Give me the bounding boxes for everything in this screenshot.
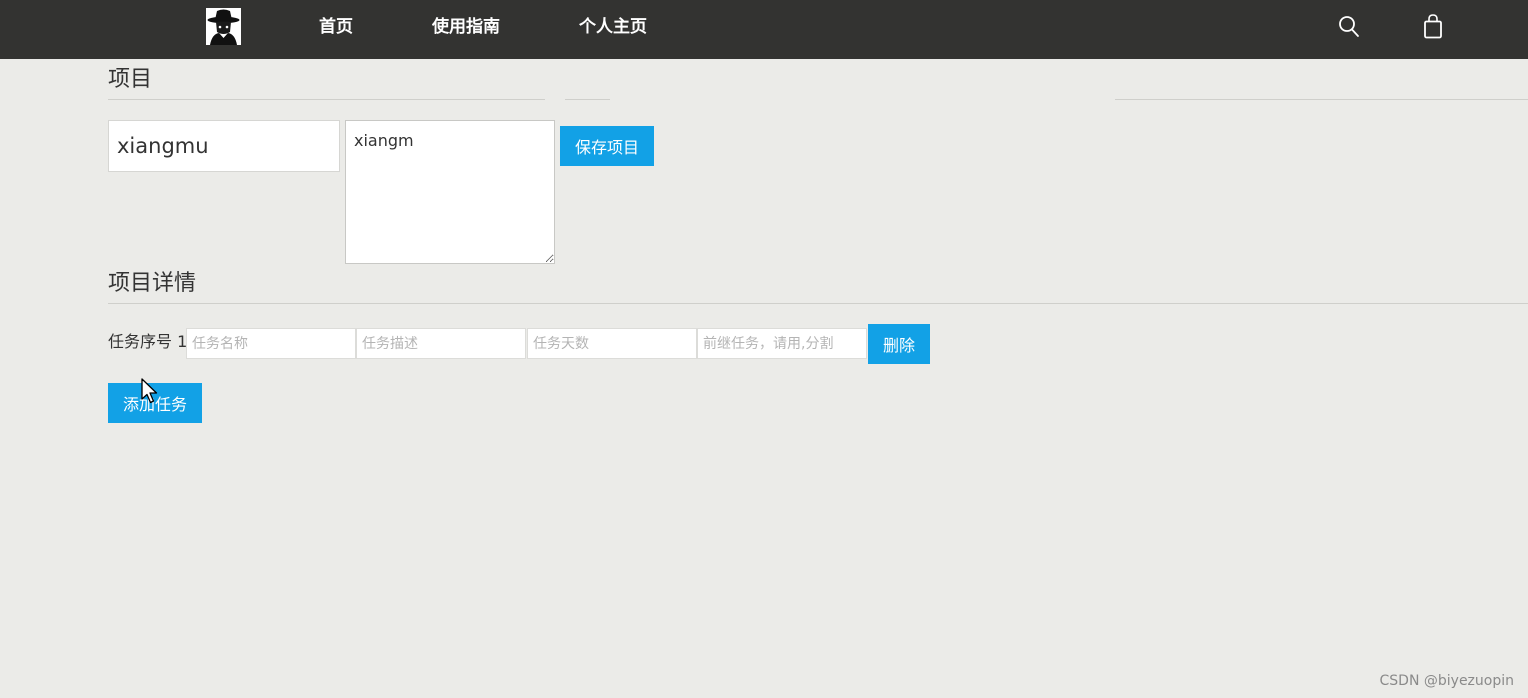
nav-home[interactable]: 首页 — [319, 16, 353, 38]
shopping-bag-icon[interactable] — [1421, 14, 1445, 40]
nav-guide[interactable]: 使用指南 — [432, 16, 500, 38]
delete-task-button[interactable]: 删除 — [868, 324, 930, 364]
task-index-label: 任务序号 1 — [108, 332, 188, 351]
search-icon[interactable] — [1337, 14, 1361, 40]
divider — [565, 99, 610, 100]
watermark-text: CSDN @biyezuopin — [1379, 673, 1514, 689]
project-heading: 项目 — [108, 67, 153, 92]
divider — [1115, 99, 1528, 100]
masked-figure-avatar-icon[interactable] — [206, 8, 241, 45]
nav-profile[interactable]: 个人主页 — [579, 16, 647, 38]
add-task-button[interactable]: 添加任务 — [108, 383, 202, 423]
task-description-input[interactable] — [356, 328, 526, 359]
task-days-input[interactable] — [527, 328, 697, 359]
top-navigation-bar: 首页 使用指南 个人主页 — [0, 0, 1528, 59]
task-name-input[interactable] — [186, 328, 356, 359]
divider — [108, 99, 545, 100]
task-predecessor-input[interactable] — [697, 328, 867, 359]
project-name-input[interactable] — [108, 120, 340, 172]
divider — [108, 303, 1528, 304]
save-project-button[interactable]: 保存项目 — [560, 126, 654, 166]
project-details-heading: 项目详情 — [108, 271, 197, 296]
project-description-textarea[interactable]: xiangm — [345, 120, 555, 264]
